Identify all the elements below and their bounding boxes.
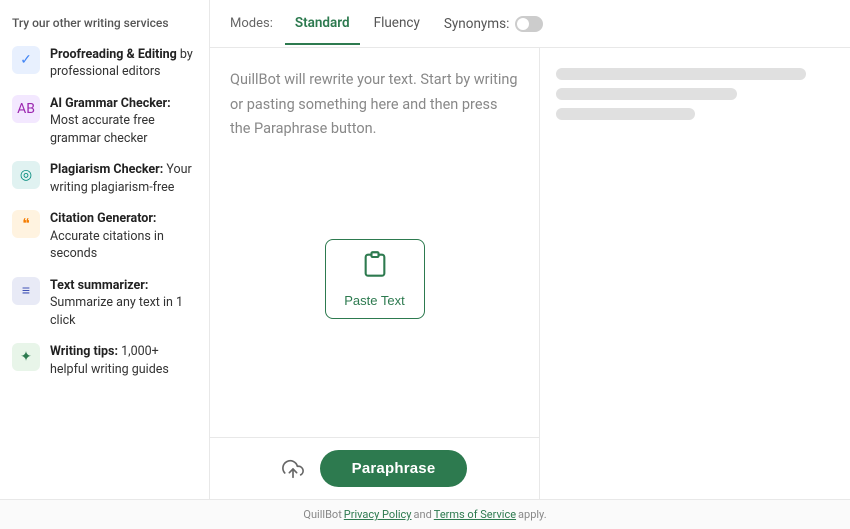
proofreading-icon: ✓ (12, 46, 40, 74)
footer-text-after: apply. (518, 508, 547, 521)
input-panel: QuillBot will rewrite your text. Start b… (210, 48, 540, 499)
tab-synonyms[interactable]: Synonyms: (434, 4, 553, 44)
sidebar-item-plagiarism[interactable]: ◎ Plagiarism Checker: Your writing plagia… (12, 161, 197, 196)
footer-text-mid: and (414, 508, 432, 521)
sidebar-item-grammar[interactable]: AB AI Grammar Checker: Most accurate free… (12, 95, 197, 148)
skeleton-line-3 (556, 108, 695, 120)
tips-label: Writing tips: 1,000+ helpful writing gui… (50, 343, 197, 378)
skeleton-line-1 (556, 68, 806, 80)
sidebar: Try our other writing services ✓ Proofrea… (0, 0, 210, 499)
main-layout: Try our other writing services ✓ Proofrea… (0, 0, 850, 499)
text-area-wrapper[interactable]: QuillBot will rewrite your text. Start b… (210, 48, 539, 437)
sidebar-title: Try our other writing services (12, 16, 197, 32)
upload-button[interactable] (282, 458, 304, 480)
sidebar-item-proofreading[interactable]: ✓ Proofreading & Editing by professional … (12, 46, 197, 81)
paste-label: Paste Text (344, 293, 404, 308)
content-area: Modes: Standard Fluency Synonyms: QuillB… (210, 0, 850, 499)
sidebar-item-summarizer[interactable]: ≡ Text summarizer: Summarize any text in … (12, 277, 197, 330)
sidebar-item-citation[interactable]: ❝ Citation Generator: Accurate citations … (12, 210, 197, 263)
summarizer-icon: ≡ (12, 277, 40, 305)
tabs-bar: Modes: Standard Fluency Synonyms: (210, 0, 850, 48)
proofreading-label: Proofreading & Editing by professional e… (50, 46, 197, 81)
citation-icon: ❝ (12, 210, 40, 238)
editor-panel: QuillBot will rewrite your text. Start b… (210, 48, 850, 499)
privacy-policy-link[interactable]: Privacy Policy (344, 508, 412, 521)
placeholder-text: QuillBot will rewrite your text. Start b… (230, 68, 519, 142)
tab-standard[interactable]: Standard (285, 3, 360, 45)
citation-label: Citation Generator: Accurate citations i… (50, 210, 197, 263)
modes-label: Modes: (230, 16, 273, 31)
paste-button-container: Paste Text (305, 219, 445, 339)
input-footer: Paraphrase (210, 437, 539, 499)
tips-icon: ✦ (12, 343, 40, 371)
grammar-label: AI Grammar Checker: Most accurate free g… (50, 95, 197, 148)
paraphrase-button[interactable]: Paraphrase (320, 450, 468, 487)
terms-link[interactable]: Terms of Service (434, 508, 516, 521)
page-footer: QuillBot Privacy Policy and Terms of Ser… (0, 499, 850, 529)
tab-fluency[interactable]: Fluency (364, 3, 430, 45)
output-panel (540, 48, 850, 499)
plagiarism-label: Plagiarism Checker: Your writing plagiar… (50, 161, 197, 196)
sidebar-item-tips[interactable]: ✦ Writing tips: 1,000+ helpful writing gu… (12, 343, 197, 378)
synonyms-toggle[interactable] (515, 16, 543, 32)
summarizer-label: Text summarizer: Summarize any text in 1… (50, 277, 197, 330)
grammar-icon: AB (12, 95, 40, 123)
skeleton-line-2 (556, 88, 737, 100)
synonyms-label: Synonyms: (444, 16, 509, 32)
clipboard-icon (361, 250, 389, 285)
plagiarism-icon: ◎ (12, 161, 40, 189)
footer-text-before: QuillBot (303, 508, 341, 521)
paste-text-button[interactable]: Paste Text (325, 239, 425, 319)
